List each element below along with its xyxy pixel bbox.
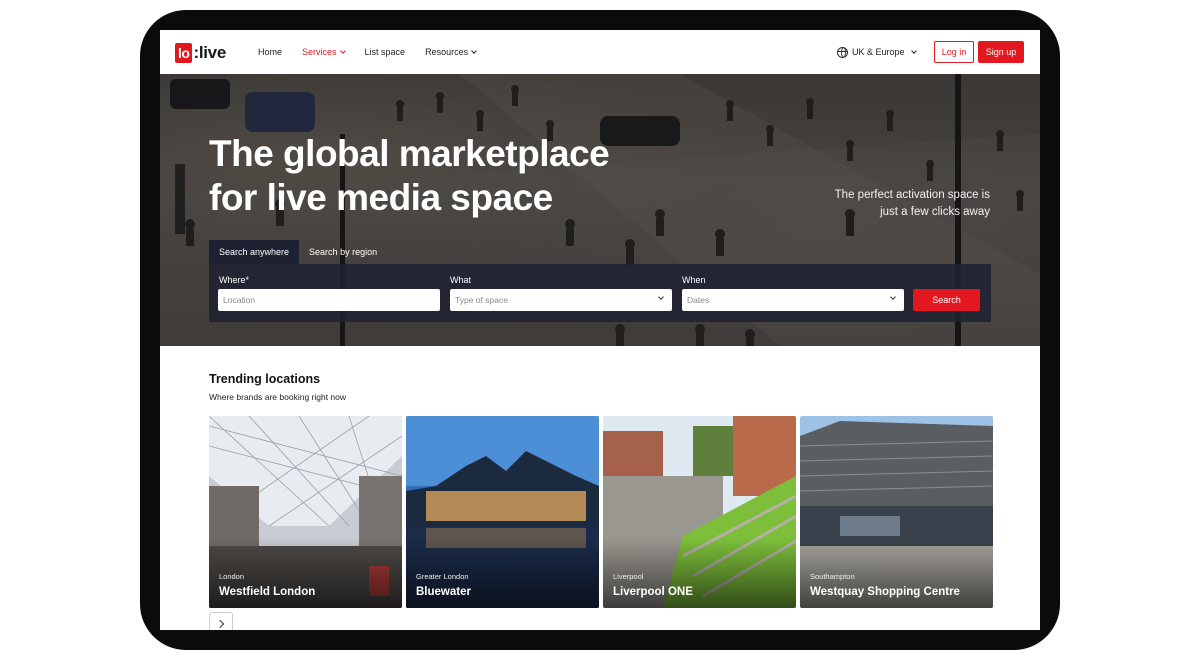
hero-subtitle-line-2: just a few clicks away: [880, 206, 990, 218]
when-label: When: [682, 275, 706, 285]
card-name: Westquay Shopping Centre: [810, 586, 960, 598]
trending-subtitle: Where brands are booking right now: [209, 392, 347, 402]
chevron-down-icon: [890, 294, 896, 300]
location-card[interactable]: London Westfield London: [209, 416, 402, 608]
region-selector[interactable]: UK & Europe: [837, 30, 917, 74]
globe-icon: [837, 46, 848, 58]
what-label: What: [450, 275, 472, 285]
nav-resources[interactable]: Resources: [425, 47, 477, 57]
trending-title: Trending locations: [209, 372, 321, 386]
nav-services[interactable]: Services: [302, 47, 346, 57]
logo-mark: lo: [175, 42, 193, 63]
location-input[interactable]: Location: [218, 289, 440, 311]
chevron-down-icon: [658, 294, 664, 300]
dates-select[interactable]: Dates: [682, 289, 904, 311]
logo-text: :live: [193, 42, 226, 62]
tab-search-anywhere[interactable]: Search anywhere: [209, 240, 300, 264]
chevron-down-icon: [339, 47, 346, 54]
search-button[interactable]: Search: [913, 289, 980, 311]
logo[interactable]: lo :live: [175, 42, 226, 63]
location-card[interactable]: Greater London Bluewater: [406, 416, 599, 608]
space-type-select[interactable]: Type of space: [450, 289, 672, 311]
search-panel: Where* Location What Type of space When …: [209, 264, 991, 322]
search-tabs: Search anywhere Search by region: [209, 240, 387, 264]
chevron-down-icon: [910, 47, 917, 54]
top-navbar: lo :live Home Services List space Resour…: [160, 30, 1040, 74]
card-name: Liverpool ONE: [613, 586, 693, 598]
dates-placeholder: Dates: [687, 295, 710, 305]
hero-subtitle: The perfect activation space is just a f…: [790, 187, 990, 221]
hero-title-line-1: The global marketplace: [209, 133, 610, 174]
hero-banner: The global marketplace for live media sp…: [160, 74, 1040, 346]
nav-resources-label: Resources: [425, 47, 469, 57]
chevron-down-icon: [471, 47, 477, 54]
card-city: London: [219, 572, 245, 581]
location-placeholder: Location: [223, 295, 256, 305]
hero-title-line-2: for live media space: [209, 177, 553, 218]
trending-cards: London Westfield London Greater London B…: [209, 416, 993, 608]
where-label: Where*: [219, 275, 250, 285]
nav-list-space-label: List space: [364, 47, 406, 57]
signup-button[interactable]: Sign up: [978, 41, 1024, 63]
location-card[interactable]: Southampton Westquay Shopping Centre: [800, 416, 993, 608]
hero-subtitle-line-1: The perfect activation space is: [834, 189, 990, 201]
space-type-placeholder: Type of space: [455, 295, 508, 305]
hero-title: The global marketplace for live media sp…: [209, 132, 729, 220]
nav-home[interactable]: Home: [258, 47, 282, 57]
region-label: UK & Europe: [852, 47, 905, 57]
location-card[interactable]: Liverpool Liverpool ONE: [603, 416, 796, 608]
card-city: Liverpool: [613, 572, 644, 581]
card-name: Westfield London: [219, 586, 316, 598]
chevron-right-icon: [215, 619, 225, 629]
carousel-next-button[interactable]: [209, 612, 233, 630]
login-button[interactable]: Log in: [934, 41, 974, 63]
tab-search-by-region[interactable]: Search by region: [299, 240, 387, 264]
nav-services-label: Services: [302, 47, 337, 57]
nav-links: Home Services List space Resources: [258, 30, 477, 74]
card-city: Southampton: [810, 572, 855, 581]
card-name: Bluewater: [416, 586, 471, 598]
nav-home-label: Home: [258, 47, 283, 57]
card-city: Greater London: [416, 572, 469, 581]
nav-list-space[interactable]: List space: [365, 47, 406, 57]
browser-screen: lo :live Home Services List space Resour…: [160, 30, 1040, 630]
